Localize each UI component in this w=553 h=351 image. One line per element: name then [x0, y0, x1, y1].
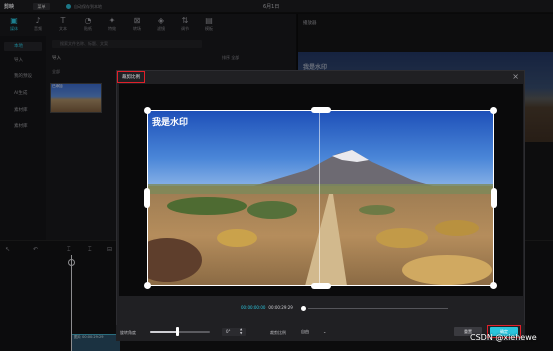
crop-handle-left[interactable]	[144, 188, 150, 208]
rotate-value-field[interactable]: 0°	[222, 328, 246, 336]
stepper-arrows-icon[interactable]: ▲ ▼	[240, 327, 242, 335]
crop-handle-right[interactable]	[491, 188, 497, 208]
close-icon[interactable]: ×	[512, 72, 519, 82]
rotate-slider-handle[interactable]	[176, 327, 179, 336]
crop-time-display: 00:00:00:00 00:00:29:29	[241, 305, 293, 310]
chevron-down-icon: ⌄	[323, 329, 327, 334]
dialog-title: 裁剪比例	[117, 71, 145, 83]
rotate-label: 旋转角度	[120, 330, 136, 335]
crop-handle-bottom-left[interactable]	[144, 282, 151, 289]
total-time: 00:00:29:29	[268, 305, 293, 310]
crop-handle-bottom-right[interactable]	[490, 282, 497, 289]
crop-handle-top[interactable]	[311, 107, 331, 113]
page-watermark: CSDN @xiehewe	[470, 333, 537, 342]
current-time: 00:00:00:00	[241, 305, 266, 310]
crop-progress-handle[interactable]	[301, 306, 306, 311]
crop-handle-top-left[interactable]	[144, 107, 151, 114]
crop-grid-line	[319, 110, 320, 286]
crop-frame[interactable]	[147, 110, 494, 286]
rotate-slider-fill	[150, 331, 178, 333]
ratio-label: 裁剪比例	[270, 330, 286, 335]
crop-handle-top-right[interactable]	[490, 107, 497, 114]
ratio-select-value: 自由	[301, 329, 309, 334]
ratio-select[interactable]: 自由 ⌄	[299, 328, 333, 336]
crop-progress-track[interactable]	[308, 308, 448, 309]
crop-handle-bottom[interactable]	[311, 283, 331, 289]
